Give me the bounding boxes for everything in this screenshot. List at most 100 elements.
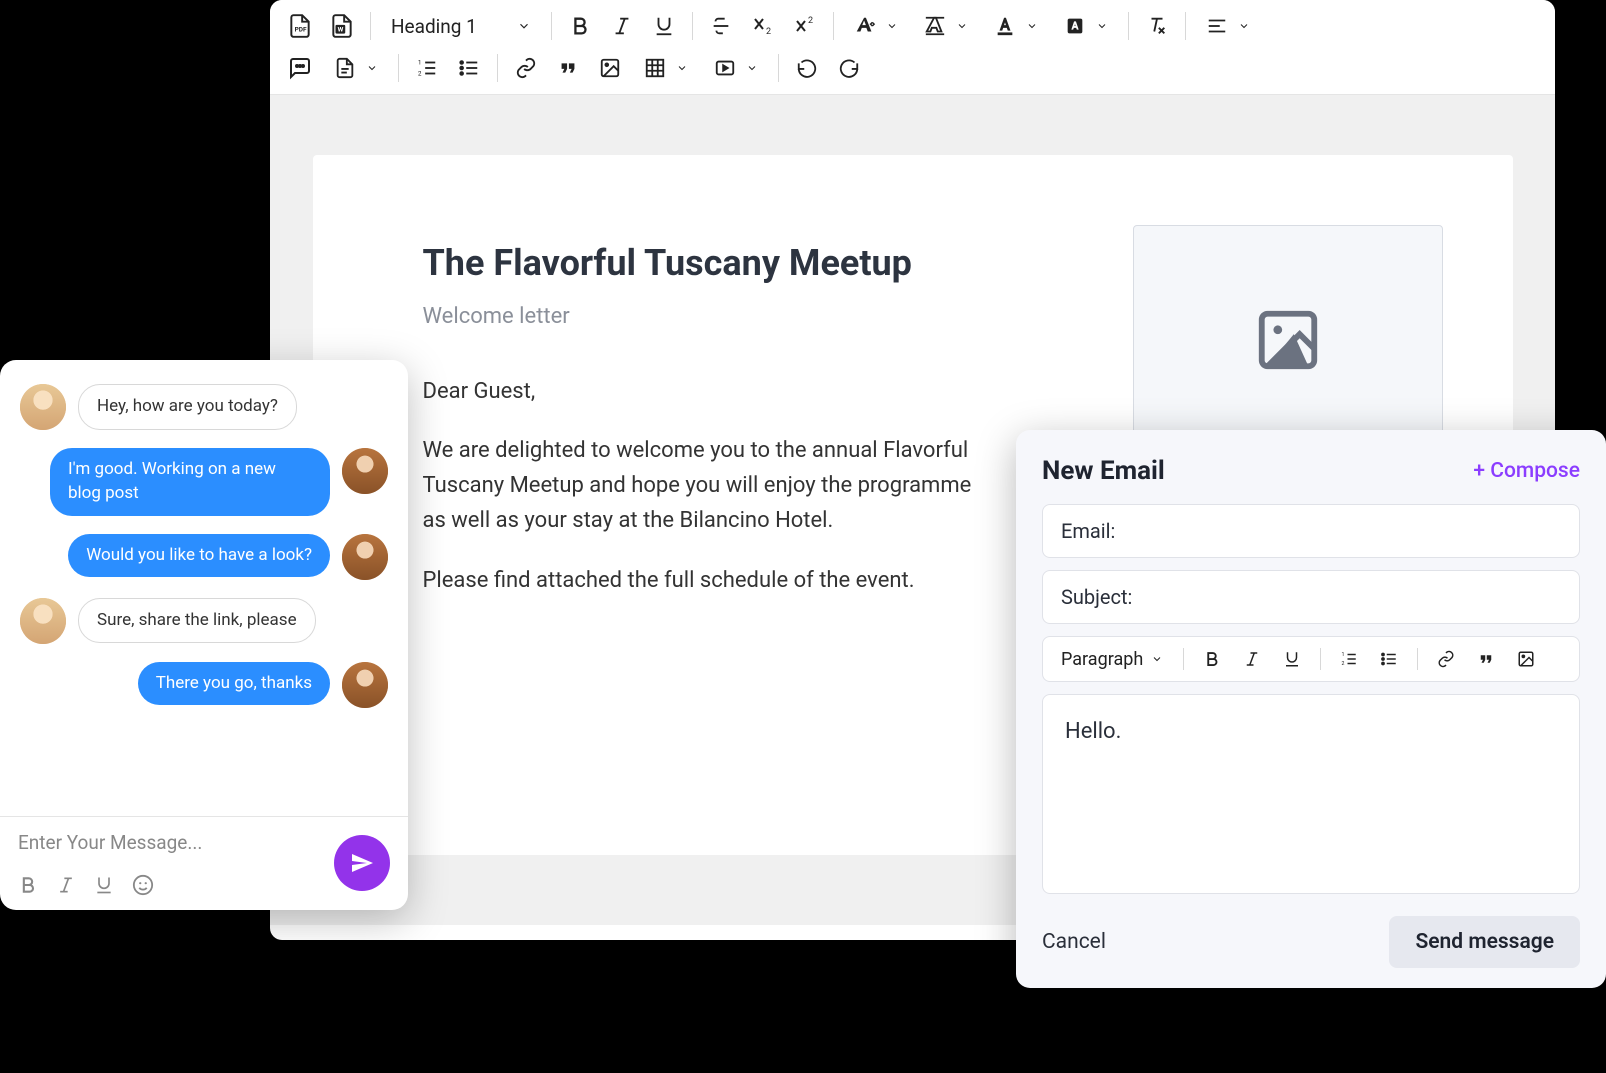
email-body-input[interactable]: Hello. [1042,694,1580,894]
table-icon [644,57,666,79]
chevron-down-icon [886,20,898,32]
undo-button[interactable] [789,50,825,86]
avatar [342,448,388,494]
highlight-icon [1064,15,1086,37]
email-style-select[interactable]: Paragraph [1053,645,1171,674]
image-placeholder[interactable] [1133,225,1443,455]
svg-text:W: W [338,25,344,33]
email-compose-panel: New Email + Compose Email: Subject: Para… [1016,430,1606,988]
avatar [342,534,388,580]
bold-button[interactable] [562,8,598,44]
notes-icon [334,57,356,79]
chat-italic-button[interactable] [56,875,76,895]
insert-media-select[interactable] [704,50,768,86]
chevron-down-icon [746,62,758,74]
email-bold-button[interactable] [1196,643,1228,675]
chat-input-toolbar [18,874,390,896]
avatar [342,662,388,708]
chevron-down-icon [676,62,688,74]
email-image-button[interactable] [1510,643,1542,675]
avatar [20,598,66,644]
chevron-down-icon [1026,20,1038,32]
link-button[interactable] [508,50,544,86]
font-size-select[interactable] [844,8,908,44]
email-italic-button[interactable] [1236,643,1268,675]
email-style-label: Paragraph [1061,649,1143,670]
svg-text:2: 2 [808,16,813,26]
comment-button[interactable] [282,50,318,86]
italic-button[interactable] [604,8,640,44]
insert-image-button[interactable] [592,50,628,86]
clear-formatting-button[interactable] [1139,8,1175,44]
email-bulleted-list-button[interactable] [1373,643,1405,675]
line-height-icon [924,15,946,37]
chat-message-row: Hey, how are you today? [20,384,388,430]
chevron-down-icon [1096,20,1108,32]
chat-emoji-button[interactable] [132,874,154,896]
font-color-icon [994,15,1016,37]
email-header: New Email + Compose [1042,456,1580,486]
email-subject-field[interactable]: Subject: [1042,570,1580,624]
align-left-icon [1206,15,1228,37]
cancel-button[interactable]: Cancel [1042,930,1106,954]
chevron-down-icon [517,19,531,33]
highlight-color-select[interactable] [1054,8,1118,44]
heading-select-label: Heading 1 [391,15,477,38]
chevron-down-icon [366,62,378,74]
send-message-button[interactable]: Send message [1389,916,1580,968]
send-icon [350,851,374,875]
avatar [20,384,66,430]
chevron-down-icon [956,20,968,32]
export-word-button[interactable]: W [324,8,360,44]
blockquote-button[interactable] [550,50,586,86]
export-pdf-button[interactable]: PDF [282,8,318,44]
document-paragraph-1[interactable]: We are delighted to welcome you to the a… [423,433,983,539]
line-height-select[interactable] [914,8,978,44]
svg-text:PDF: PDF [295,25,307,33]
chat-bold-button[interactable] [18,875,38,895]
notes-select[interactable] [324,50,388,86]
email-underline-button[interactable] [1276,643,1308,675]
chat-bubble-incoming: Sure, share the link, please [78,598,316,644]
bulleted-list-button[interactable] [451,50,487,86]
heading-style-select[interactable]: Heading 1 [381,8,541,44]
insert-table-select[interactable] [634,50,698,86]
svg-text:1: 1 [418,58,422,66]
compose-button[interactable]: + Compose [1473,459,1580,483]
font-color-select[interactable] [984,8,1048,44]
email-link-button[interactable] [1430,643,1462,675]
svg-text:2: 2 [1342,661,1345,667]
chat-send-button[interactable] [334,835,390,891]
chat-messages: Hey, how are you today? I'm good. Workin… [0,360,408,816]
superscript-button[interactable]: 2 [787,8,823,44]
alignment-select[interactable] [1196,8,1260,44]
chat-message-row: I'm good. Working on a new blog post [20,448,388,516]
subscript-button[interactable]: 2 [745,8,781,44]
font-size-icon [854,15,876,37]
email-toolbar: Paragraph 12 [1042,636,1580,682]
numbered-list-button[interactable]: 12 [409,50,445,86]
email-numbered-list-button[interactable]: 12 [1333,643,1365,675]
chat-underline-button[interactable] [94,875,114,895]
email-to-field[interactable]: Email: [1042,504,1580,558]
email-body-text: Hello. [1065,719,1121,744]
underline-button[interactable] [646,8,682,44]
image-placeholder-icon [1248,305,1328,375]
strikethrough-button[interactable] [703,8,739,44]
chat-panel: Hey, how are you today? I'm good. Workin… [0,360,408,910]
email-subject-label: Subject: [1061,585,1132,609]
email-blockquote-button[interactable] [1470,643,1502,675]
chat-input[interactable]: Enter Your Message... [18,831,390,854]
redo-button[interactable] [831,50,867,86]
svg-text:2: 2 [766,27,771,37]
media-icon [714,57,736,79]
chat-bubble-outgoing: There you go, thanks [138,662,330,706]
chat-bubble-outgoing: I'm good. Working on a new blog post [50,448,330,516]
chevron-down-icon [1151,653,1163,665]
svg-text:2: 2 [418,69,422,77]
chat-input-area: Enter Your Message... [0,816,408,910]
editor-toolbar: PDF W Heading 1 2 2 [270,0,1555,95]
chat-bubble-outgoing: Would you like to have a look? [68,534,330,578]
email-title: New Email [1042,456,1165,486]
svg-text:1: 1 [1342,652,1345,658]
